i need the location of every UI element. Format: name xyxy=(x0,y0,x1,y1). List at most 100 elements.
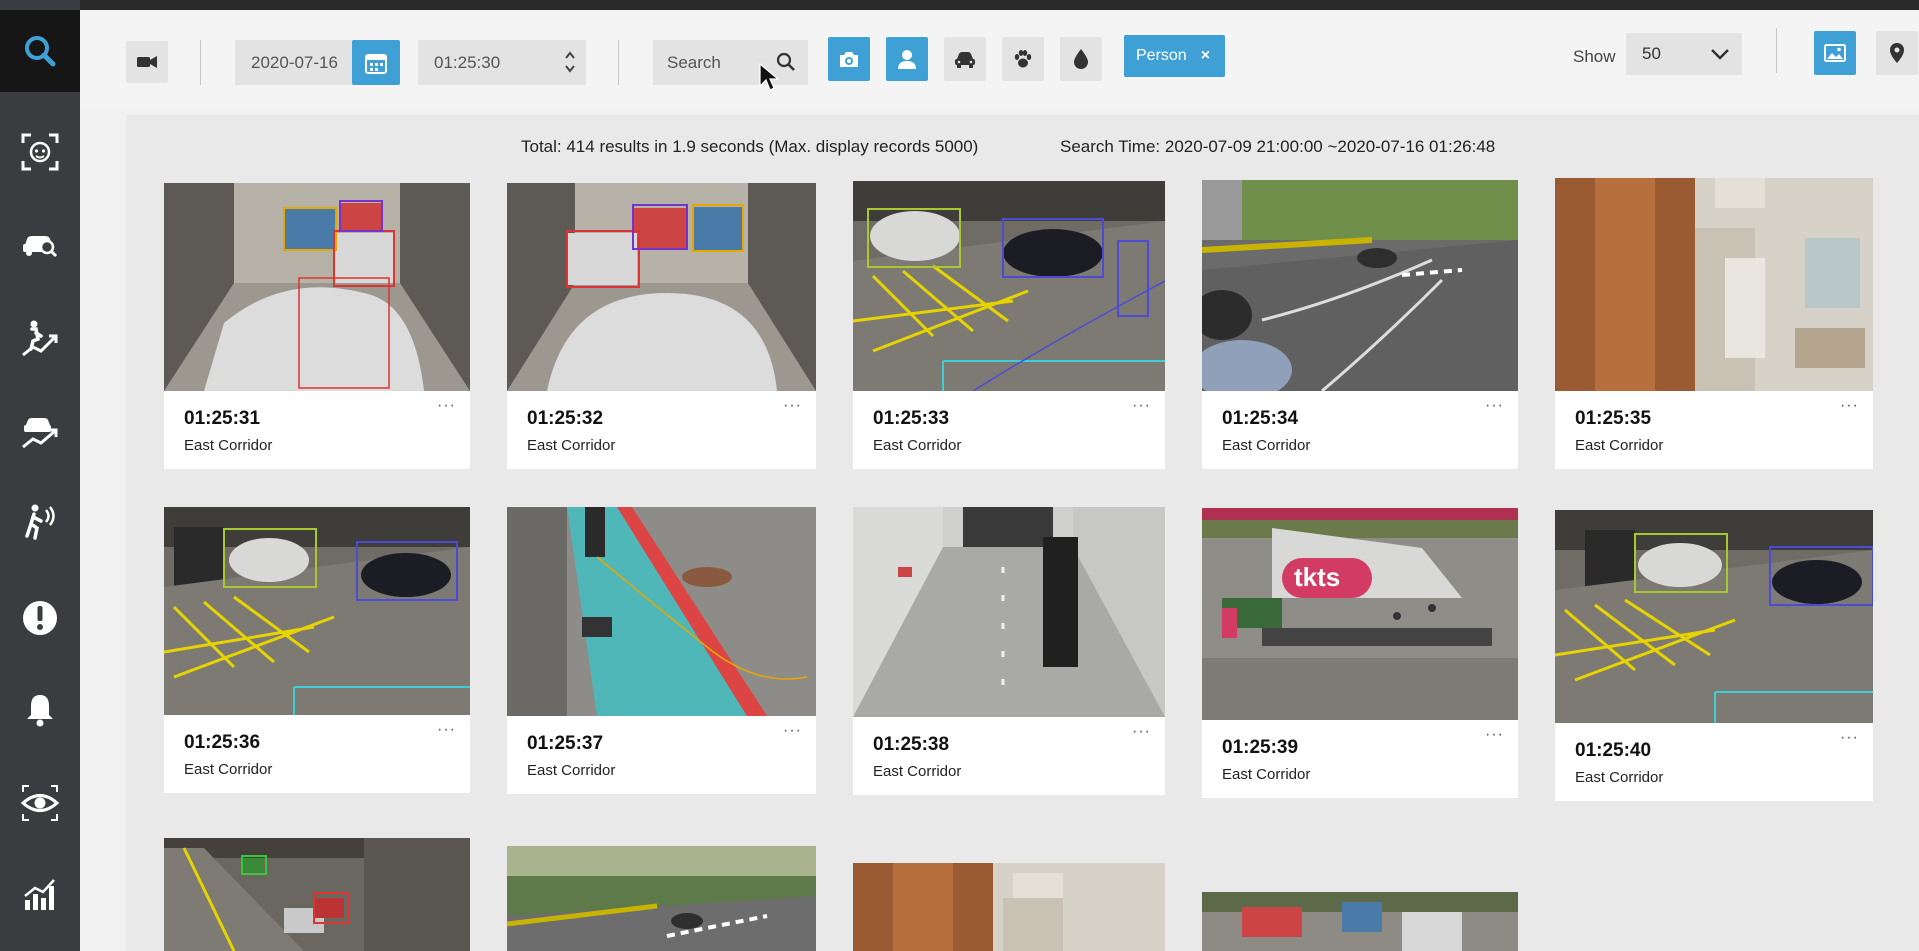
tkts-sign: tkts xyxy=(1294,562,1340,592)
result-thumbnail xyxy=(1555,178,1873,391)
toolbar-divider xyxy=(618,40,619,85)
toolbar: 2020-07-16 01:25:30 Search Person × Show… xyxy=(80,10,1919,110)
map-pin-icon xyxy=(1890,43,1904,63)
calendar-button[interactable] xyxy=(352,40,400,85)
person-activity-icon xyxy=(25,504,55,540)
show-count-select[interactable]: 50 xyxy=(1626,33,1742,75)
result-thumbnail: tkts xyxy=(1202,508,1518,720)
result-thumbnail xyxy=(853,181,1165,391)
paw-icon xyxy=(1014,50,1032,68)
more-options-button[interactable]: ··· xyxy=(437,721,456,739)
time-value: 01:25:30 xyxy=(434,52,501,72)
result-card[interactable]: 01:25:33 East Corridor ··· xyxy=(853,181,1165,469)
sidebar-item-search[interactable] xyxy=(0,10,80,92)
chevron-down-icon xyxy=(1711,49,1729,60)
result-card[interactable]: 01:25:34 East Corridor ··· xyxy=(1202,180,1518,469)
search-icon xyxy=(25,36,56,67)
result-time: 01:25:40 xyxy=(1575,740,1652,761)
more-options-button[interactable]: ··· xyxy=(1485,726,1504,744)
more-options-button[interactable]: ··· xyxy=(1840,729,1859,747)
result-card[interactable] xyxy=(853,863,1165,951)
show-label: Show xyxy=(1573,47,1616,66)
result-card[interactable]: tkts 01:25:39 East Corridor ··· xyxy=(1202,508,1518,800)
result-thumbnail xyxy=(164,507,470,715)
more-options-button[interactable]: ··· xyxy=(1132,397,1151,415)
more-options-button[interactable]: ··· xyxy=(783,722,802,740)
camera-icon xyxy=(840,52,858,67)
result-card[interactable]: 01:25:31 East Corridor ··· xyxy=(164,183,470,469)
bell-icon xyxy=(27,695,53,727)
more-options-button[interactable]: ··· xyxy=(1485,397,1504,415)
alert-icon xyxy=(23,601,57,635)
result-time: 01:25:35 xyxy=(1575,408,1652,429)
filter-tag-close-icon[interactable]: × xyxy=(1201,47,1210,65)
result-time: 01:25:31 xyxy=(184,408,261,429)
result-card[interactable]: 01:25:32 East Corridor ··· xyxy=(507,183,816,469)
more-options-button[interactable]: ··· xyxy=(437,397,456,415)
time-field[interactable]: 01:25:30 xyxy=(418,40,586,85)
result-card[interactable]: 01:25:40 East Corridor ··· xyxy=(1555,510,1873,804)
result-caption: 01:25:35 East Corridor ··· xyxy=(1555,391,1873,469)
person-icon xyxy=(898,50,916,69)
statistics-icon xyxy=(24,879,55,910)
sidebar-item-notifications[interactable] xyxy=(0,680,80,740)
eye-icon xyxy=(20,785,60,821)
sidebar-item-alerts[interactable] xyxy=(0,588,80,648)
search-input[interactable]: Search xyxy=(653,40,808,85)
result-card[interactable]: 01:25:35 East Corridor ··· xyxy=(1555,178,1873,469)
toolbar-divider xyxy=(1776,28,1777,73)
result-location: East Corridor xyxy=(873,437,962,454)
result-card[interactable] xyxy=(164,838,470,951)
result-time: 01:25:37 xyxy=(527,733,604,754)
result-thumbnail xyxy=(164,838,470,951)
filter-vehicle-button[interactable] xyxy=(944,37,986,81)
result-location: East Corridor xyxy=(1575,437,1664,454)
person-trajectory-icon xyxy=(22,320,58,357)
top-strip xyxy=(0,0,1919,10)
face-recognition-icon xyxy=(21,133,59,171)
filter-animal-button[interactable] xyxy=(1002,37,1044,81)
video-camera-icon xyxy=(137,56,157,68)
car-icon xyxy=(955,52,975,68)
result-caption: 01:25:37 East Corridor ··· xyxy=(507,716,816,794)
mouse-cursor-icon xyxy=(759,62,780,91)
sidebar-item-face-recognition[interactable] xyxy=(0,122,80,182)
more-options-button[interactable]: ··· xyxy=(1840,397,1859,415)
result-thumbnail xyxy=(853,863,1165,951)
filter-tag-person[interactable]: Person × xyxy=(1124,35,1225,77)
toolbar-divider xyxy=(200,40,201,85)
filter-liquid-button[interactable] xyxy=(1060,37,1102,81)
result-thumbnail xyxy=(507,507,816,716)
result-caption: 01:25:36 East Corridor ··· xyxy=(164,715,470,793)
more-options-button[interactable]: ··· xyxy=(783,397,802,415)
sidebar-item-vehicle-trajectory[interactable] xyxy=(0,400,80,460)
show-count-value: 50 xyxy=(1642,44,1661,63)
sidebar-item-person-activity[interactable] xyxy=(0,493,80,553)
filter-person-button[interactable] xyxy=(886,37,928,81)
map-view-button[interactable] xyxy=(1876,31,1918,75)
sidebar-item-monitoring[interactable] xyxy=(0,773,80,833)
search-placeholder: Search xyxy=(667,52,721,72)
image-view-button[interactable] xyxy=(1814,31,1856,75)
results-total: Total: 414 results in 1.9 seconds (Max. … xyxy=(521,137,979,156)
more-options-button[interactable]: ··· xyxy=(1132,723,1151,741)
result-thumbnail xyxy=(507,846,816,951)
sidebar-item-statistics[interactable] xyxy=(0,865,80,925)
result-card[interactable] xyxy=(1202,892,1518,951)
result-time: 01:25:38 xyxy=(873,734,950,755)
result-card[interactable]: 01:25:36 East Corridor ··· xyxy=(164,507,470,793)
result-caption: 01:25:39 East Corridor ··· xyxy=(1202,720,1518,798)
sidebar-item-person-trajectory[interactable] xyxy=(0,308,80,368)
result-card[interactable]: 01:25:38 East Corridor ··· xyxy=(853,507,1165,798)
result-card[interactable]: 01:25:37 East Corridor ··· xyxy=(507,507,816,795)
stepper-icon[interactable] xyxy=(564,50,576,74)
result-location: East Corridor xyxy=(1222,766,1311,783)
sidebar-item-vehicle-search[interactable] xyxy=(0,213,80,273)
date-value: 2020-07-16 xyxy=(251,52,338,72)
result-card[interactable] xyxy=(507,846,816,951)
calendar-icon xyxy=(365,53,387,74)
search-time-range: Search Time: 2020-07-09 21:00:00 ~2020-0… xyxy=(1060,137,1496,156)
result-time: 01:25:39 xyxy=(1222,737,1299,758)
filter-snapshot-button[interactable] xyxy=(828,37,870,81)
video-source-button[interactable] xyxy=(126,41,168,83)
